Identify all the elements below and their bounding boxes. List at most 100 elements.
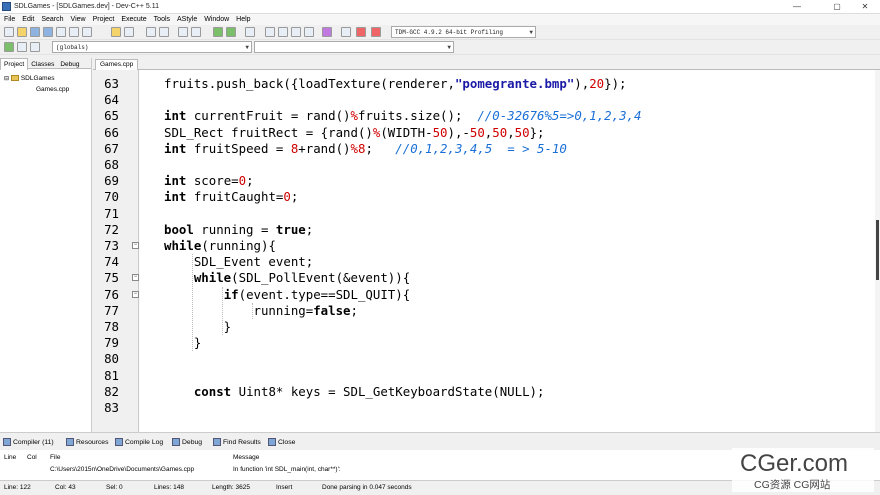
- menu-help[interactable]: Help: [236, 14, 250, 25]
- tab-classes[interactable]: Classes: [28, 59, 57, 70]
- check-syntax-icon[interactable]: [322, 27, 332, 37]
- compile-run-icon[interactable]: [291, 27, 301, 37]
- editor-scrollbar[interactable]: [875, 70, 880, 432]
- code-area[interactable]: fruits.push_back({loadTexture(renderer,"…: [140, 70, 875, 432]
- project-options-icon[interactable]: [245, 27, 255, 37]
- rebuild-icon[interactable]: [304, 27, 314, 37]
- scrollbar-thumb[interactable]: [876, 220, 879, 280]
- code-editor[interactable]: 63 64 65 66 67 68 69 70 71 72 73 74 75 76 77 78 79 80 81 82…: [93, 70, 880, 432]
- project-tree-root[interactable]: ⊟ SDLGames: [4, 75, 54, 82]
- close-all-icon[interactable]: [69, 27, 79, 37]
- code-line[interactable]: running=false;: [164, 303, 358, 319]
- line-number: 79: [104, 335, 119, 351]
- replace-icon[interactable]: [159, 27, 169, 37]
- col-header-file[interactable]: File: [50, 454, 60, 461]
- find-icon[interactable]: [146, 27, 156, 37]
- maximize-button[interactable]: ▢: [824, 1, 850, 13]
- tab-compiler-label: Compiler (11): [13, 439, 54, 446]
- scope-select-value: (globals): [56, 44, 89, 51]
- tab-debug-output[interactable]: Debug: [172, 437, 202, 448]
- menu-tools[interactable]: Tools: [154, 14, 170, 25]
- status-info: Done parsing in 0.047 seconds: [322, 484, 412, 491]
- menu-window[interactable]: Window: [204, 14, 229, 25]
- tab-games-cpp[interactable]: Games.cpp: [95, 59, 139, 70]
- watermark-brand: CGer.com: [740, 450, 849, 477]
- col-header-line[interactable]: Line: [4, 454, 16, 461]
- tab-find-results-label: Find Results: [223, 439, 261, 446]
- tab-close[interactable]: Close: [268, 437, 295, 448]
- code-line[interactable]: }: [164, 335, 201, 351]
- menu-search[interactable]: Search: [41, 14, 63, 25]
- tab-compiler[interactable]: Compiler (11): [3, 437, 54, 448]
- code-line[interactable]: int score=0;: [164, 173, 254, 189]
- menu-edit[interactable]: Edit: [22, 14, 34, 25]
- minimize-button[interactable]: —: [784, 1, 810, 13]
- project-tree-file[interactable]: Games.cpp: [36, 86, 69, 93]
- code-line[interactable]: const Uint8* keys = SDL_GetKeyboardState…: [164, 384, 545, 400]
- fold-toggle-icon[interactable]: −: [132, 290, 139, 298]
- goto-bookmark-icon[interactable]: [30, 42, 40, 52]
- add-file-icon[interactable]: [226, 27, 236, 37]
- message-text[interactable]: In function 'int SDL_main(int, char**)':: [233, 466, 341, 473]
- code-line[interactable]: SDL_Rect fruitRect = {rand()%(WIDTH-50),…: [164, 125, 545, 141]
- profile-analysis-icon[interactable]: [356, 27, 366, 37]
- line-number: 81: [104, 367, 119, 383]
- collapse-icon[interactable]: ⊟: [4, 76, 9, 82]
- new-class-icon[interactable]: [213, 27, 223, 37]
- code-line[interactable]: while(SDL_PollEvent(&event)){: [164, 270, 410, 286]
- run-icon[interactable]: [278, 27, 288, 37]
- compiler-select[interactable]: TDM-GCC 4.9.2 64-bit Profiling ▼: [391, 26, 536, 38]
- menu-file[interactable]: File: [4, 14, 15, 25]
- tab-find-results[interactable]: Find Results: [213, 437, 261, 448]
- code-line[interactable]: fruits.push_back({loadTexture(renderer,"…: [164, 76, 627, 92]
- line-number: 73: [104, 238, 119, 253]
- line-number: 64: [104, 92, 119, 108]
- insert-icon[interactable]: [4, 42, 14, 52]
- compile-icon[interactable]: [265, 27, 275, 37]
- col-header-col[interactable]: Col: [27, 454, 37, 461]
- member-select[interactable]: ▼: [254, 41, 454, 53]
- status-col: Col: 43: [55, 484, 76, 491]
- code-line[interactable]: int currentFruit = rand()%fruits.size();…: [164, 108, 641, 124]
- code-line[interactable]: bool running = true;: [164, 222, 313, 238]
- menu-project[interactable]: Project: [93, 14, 115, 25]
- chevron-down-icon: ▼: [447, 44, 451, 51]
- close-window-button[interactable]: ✕: [852, 1, 878, 13]
- fold-toggle-icon[interactable]: −: [132, 242, 139, 249]
- stop-execution-icon[interactable]: [341, 27, 351, 37]
- bookmark-icon[interactable]: [191, 27, 201, 37]
- col-header-message[interactable]: Message: [233, 454, 259, 461]
- new-file-icon[interactable]: [4, 27, 14, 37]
- save-icon[interactable]: [30, 27, 40, 37]
- main-toolbar: TDM-GCC 4.9.2 64-bit Profiling ▼: [0, 25, 880, 40]
- compiler-select-value: TDM-GCC 4.9.2 64-bit Profiling: [395, 29, 504, 36]
- redo-icon[interactable]: [124, 27, 134, 37]
- tab-debug[interactable]: Debug: [57, 59, 82, 70]
- toggle-bookmark-icon[interactable]: [17, 42, 27, 52]
- menu-bar: File Edit Search View Project Execute Tools ASt…: [0, 14, 880, 25]
- scope-select[interactable]: (globals) ▼: [52, 41, 252, 53]
- line-number: 65: [104, 108, 119, 124]
- menu-astyle[interactable]: AStyle: [177, 14, 197, 25]
- menu-view[interactable]: View: [71, 14, 86, 25]
- tab-resources[interactable]: Resources: [66, 437, 109, 448]
- line-number: 72: [104, 221, 119, 237]
- delete-profile-icon[interactable]: [371, 27, 381, 37]
- code-line[interactable]: int fruitCaught=0;: [164, 189, 298, 205]
- undo-icon[interactable]: [111, 27, 121, 37]
- code-line[interactable]: while(running){: [164, 238, 276, 254]
- print-icon[interactable]: [82, 27, 92, 37]
- tab-compile-log[interactable]: Compile Log: [115, 437, 163, 448]
- open-project-icon[interactable]: [17, 27, 27, 37]
- code-line[interactable]: if(event.type==SDL_QUIT){: [164, 287, 411, 303]
- status-lines: Lines: 148: [154, 484, 184, 491]
- tab-project[interactable]: Project: [0, 58, 29, 70]
- menu-execute[interactable]: Execute: [121, 14, 146, 25]
- save-all-icon[interactable]: [43, 27, 53, 37]
- fold-toggle-icon[interactable]: −: [132, 274, 139, 282]
- close-file-icon[interactable]: [56, 27, 66, 37]
- message-file[interactable]: C:\Users\2015n\OneDrive\Documents\Games.…: [50, 466, 194, 473]
- code-line[interactable]: SDL_Event event;: [164, 254, 313, 270]
- code-line[interactable]: int fruitSpeed = 8+rand()%8; //0,1,2,3,4…: [164, 141, 567, 157]
- goto-line-icon[interactable]: [178, 27, 188, 37]
